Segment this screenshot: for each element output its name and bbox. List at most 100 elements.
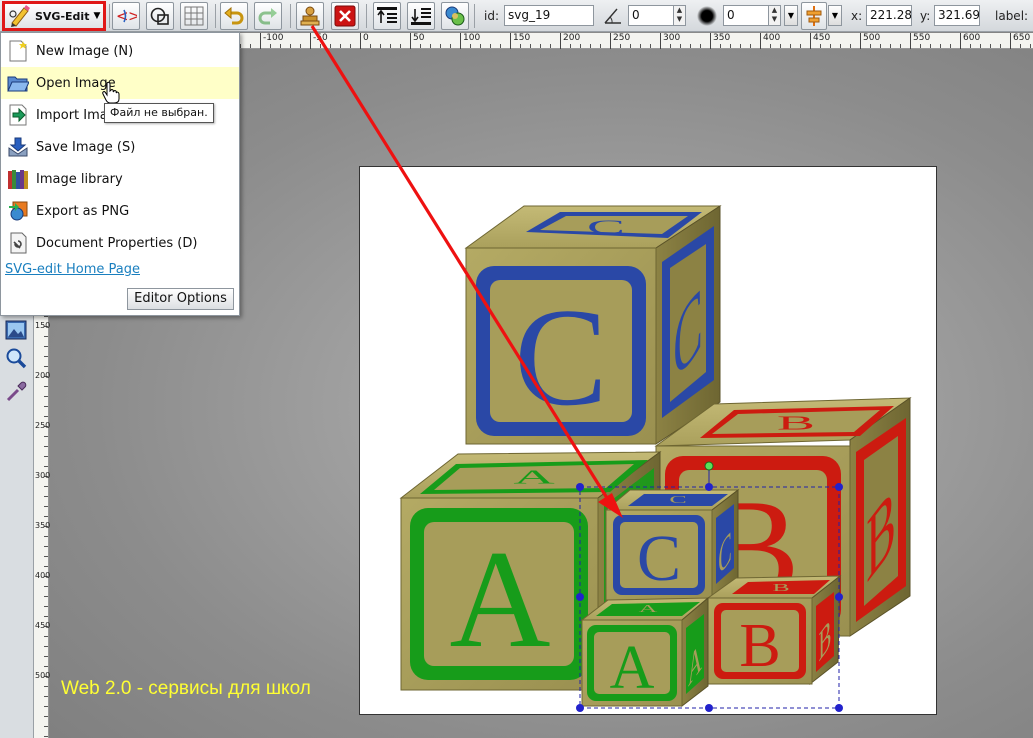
ruler-tick-label: 350 <box>35 521 51 530</box>
group-icon <box>300 6 320 26</box>
ruler-tick-label: 500 <box>863 33 881 43</box>
ruler-tick: -50 <box>310 33 328 49</box>
pencil-logo-icon <box>9 5 30 27</box>
y-label: y: <box>920 9 931 23</box>
blur-icon <box>697 6 717 26</box>
main-menu: New Image (N) Open Image Import Image Sa… <box>0 32 240 316</box>
top-toolbar: SVG-Edit ▼ < > id: svg_19 0 ▲ ▼ 0 ▲ ▼ ▼ … <box>0 0 1033 32</box>
main-menu-label: SVG-Edit <box>35 9 90 23</box>
ruler-tick-label: 250 <box>35 421 51 430</box>
angle-input[interactable]: 0 <box>628 5 674 26</box>
ruler-tick: 300 <box>660 33 680 49</box>
ruler-tick: 600 <box>960 33 980 49</box>
open-folder-icon <box>7 76 29 92</box>
blur-spinner[interactable]: ▲ ▼ <box>769 5 781 26</box>
ruler-tick: 500 <box>860 33 880 49</box>
toolbar-divider <box>109 4 110 28</box>
ruler-tick-label: -100 <box>263 33 284 43</box>
move-to-bottom-button[interactable] <box>407 2 435 30</box>
ruler-tick-label: 250 <box>613 33 631 43</box>
import-icon <box>9 104 27 126</box>
ruler-tick-label: 650 <box>1013 33 1031 43</box>
ruler-tick-label: 200 <box>563 33 581 43</box>
home-page-link[interactable]: SVG-edit Home Page <box>5 262 140 277</box>
ruler-tick: 400 <box>760 33 780 49</box>
source-code-icon: < > <box>116 7 137 25</box>
grid-button[interactable] <box>180 2 208 30</box>
move-to-top-button[interactable] <box>373 2 401 30</box>
books-icon <box>8 170 28 189</box>
label-label: label: <box>995 9 1029 23</box>
angle-icon <box>604 8 621 24</box>
undo-button[interactable] <box>220 2 248 30</box>
x-input[interactable]: 221.287 <box>866 5 912 26</box>
drawing-canvas[interactable] <box>359 166 937 715</box>
ruler-tick: 0 <box>360 33 369 49</box>
ruler-tick: 150 <box>510 33 530 49</box>
toolbar-divider <box>474 4 475 28</box>
menu-item-document-properties[interactable]: Document Properties (D) <box>1 227 239 259</box>
ruler-tick-label: 200 <box>35 371 51 380</box>
ruler-tick-label: 500 <box>35 671 51 680</box>
ruler-tick-label: 100 <box>463 33 481 43</box>
menu-item-new-image[interactable]: New Image (N) <box>1 35 239 67</box>
menu-item-label: Save Image (S) <box>36 139 136 155</box>
align-dropdown[interactable]: ▼ <box>828 5 842 26</box>
align-button[interactable] <box>801 2 827 30</box>
menu-item-export-png[interactable]: Export as PNG <box>1 195 239 227</box>
hand-cursor-icon <box>102 82 120 104</box>
ruler-tick: -100 <box>260 33 283 49</box>
ruler-tick: 350 <box>710 33 730 49</box>
x-label: x: <box>851 9 863 23</box>
clone-icon <box>445 6 465 26</box>
ruler-tick-label: 550 <box>913 33 931 43</box>
left-toolbar <box>0 316 34 738</box>
blur-dropdown[interactable]: ▼ <box>784 5 798 26</box>
eyedropper-tool-button[interactable] <box>2 378 30 406</box>
document-icon <box>10 232 27 254</box>
zoom-tool-icon <box>6 348 27 369</box>
menu-item-save-image[interactable]: Save Image (S) <box>1 131 239 163</box>
svg-text:<: < <box>116 7 129 25</box>
ruler-tick-label: 400 <box>763 33 781 43</box>
main-menu-button[interactable]: SVG-Edit ▼ <box>2 1 106 31</box>
image-tool-icon <box>5 320 27 340</box>
image-tool-button[interactable] <box>2 316 30 344</box>
ruler-tick-label: 400 <box>35 571 51 580</box>
menu-item-open-image[interactable]: Open Image <box>1 67 239 99</box>
wireframe-button[interactable] <box>146 2 174 30</box>
blur-input[interactable]: 0 <box>723 5 769 26</box>
ruler-tick-label: 0 <box>363 33 369 43</box>
ruler-tick: 650 <box>1010 33 1030 49</box>
y-input[interactable]: 321.699 <box>934 5 980 26</box>
clone-button[interactable] <box>441 2 469 30</box>
ruler-tick: 450 <box>810 33 830 49</box>
delete-button[interactable] <box>331 2 359 30</box>
ruler-tick: 200 <box>560 33 580 49</box>
eyedropper-tool-icon <box>6 381 27 402</box>
chevron-down-icon: ▼ <box>93 11 101 21</box>
svg-text:>: > <box>128 7 137 25</box>
toolbar-divider <box>215 4 216 28</box>
id-input[interactable]: svg_19 <box>504 5 594 26</box>
zoom-tool-button[interactable] <box>2 344 30 372</box>
ruler-tick: 50 <box>410 33 424 49</box>
wireframe-icon <box>150 7 169 25</box>
delete-icon <box>334 5 356 27</box>
editor-options-button[interactable]: Editor Options <box>127 288 234 310</box>
menu-item-label: Export as PNG <box>36 203 130 219</box>
menu-item-image-library[interactable]: Image library <box>1 163 239 195</box>
ruler-tick-label: -50 <box>313 33 328 43</box>
toolbar-divider <box>290 4 291 28</box>
angle-spinner[interactable]: ▲ ▼ <box>674 5 686 26</box>
toolbar-divider <box>366 4 367 28</box>
source-button[interactable]: < > <box>112 2 140 30</box>
redo-button[interactable] <box>254 2 282 30</box>
redo-icon <box>258 8 277 25</box>
ruler-tick-label: 600 <box>963 33 981 43</box>
export-icon <box>9 201 28 221</box>
ruler-tick-label: 350 <box>713 33 731 43</box>
ruler-tick-label: 50 <box>413 33 425 43</box>
grid-icon <box>184 6 204 26</box>
group-button[interactable] <box>296 2 324 30</box>
